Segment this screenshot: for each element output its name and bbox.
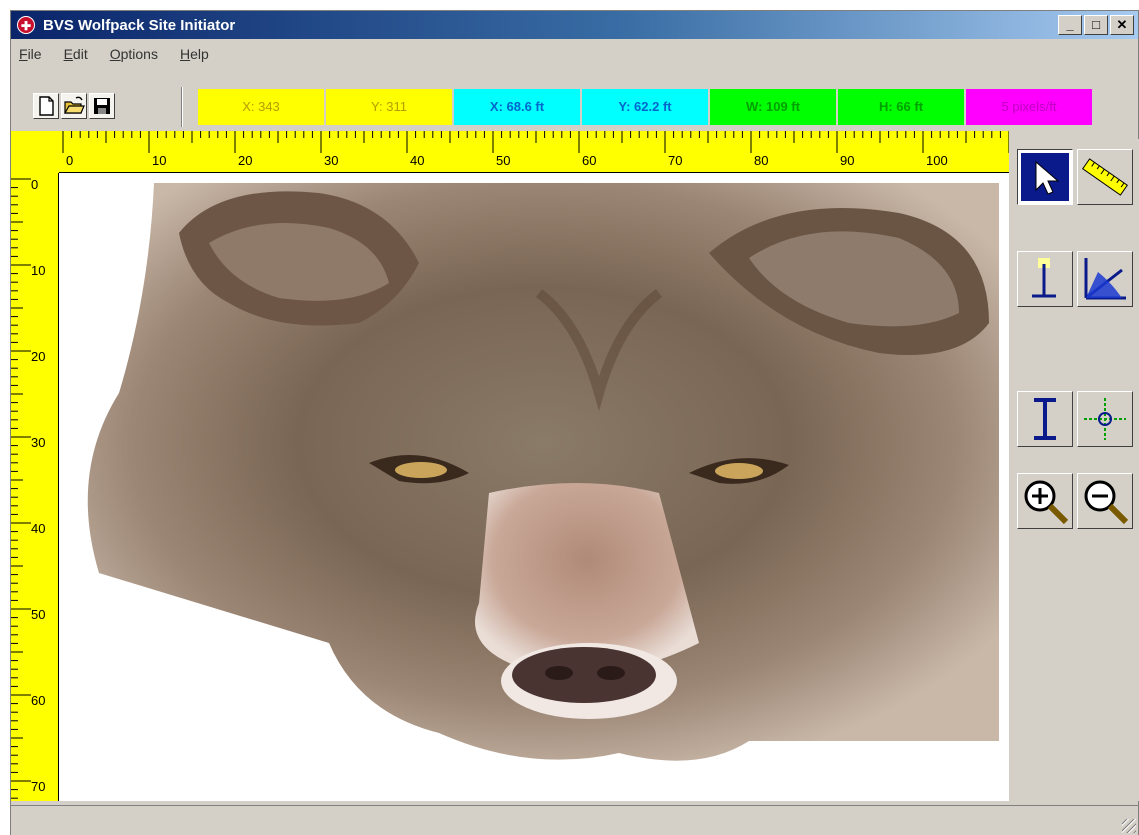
ruler-label: 0	[31, 177, 39, 192]
zoom-in-button[interactable]	[1017, 473, 1073, 529]
ruler-label: 10	[31, 263, 46, 278]
zoom-out-button[interactable]	[1077, 473, 1133, 529]
app-window: ✚ BVS Wolfpack Site Initiator _ □ ✕ File…	[10, 10, 1139, 835]
status-bar	[11, 805, 1138, 835]
crosshair-icon	[1084, 398, 1126, 440]
height-readout: H: 66 ft	[838, 89, 966, 125]
feet-y-readout: Y: 62.2 ft	[582, 89, 710, 125]
horizontal-ruler: 0 10 20 30 40 50 60 70 80 90 100	[59, 131, 1009, 173]
pixel-y-readout: Y: 311	[326, 89, 454, 125]
ruler-label: 20	[238, 153, 253, 168]
open-folder-icon	[63, 96, 85, 114]
select-tool-button[interactable]	[1017, 149, 1073, 205]
app-logo-icon: ✚	[17, 16, 35, 34]
image-canvas[interactable]	[59, 173, 1009, 801]
select-arrow-icon	[1021, 153, 1069, 201]
height-i-beam-icon	[1034, 398, 1056, 440]
save-button[interactable]	[89, 93, 115, 119]
save-disk-icon	[94, 98, 110, 114]
pin-marker-icon	[1032, 258, 1056, 298]
wolf-photo	[59, 173, 1009, 801]
ruler-label: 60	[31, 693, 46, 708]
ruler-label: 30	[31, 435, 46, 450]
ruler-label: 40	[31, 521, 46, 536]
vertical-ruler: 0 10 20 30 40 50 60 70	[11, 173, 59, 801]
angle-icon	[1084, 258, 1126, 300]
resize-grip[interactable]	[1122, 819, 1136, 833]
ruler-label: 90	[840, 153, 855, 168]
menu-help[interactable]: Help	[180, 46, 209, 62]
ruler-label: 0	[66, 153, 74, 168]
width-readout: W: 109 ft	[710, 89, 838, 125]
ruler-tool-button[interactable]	[1077, 149, 1133, 205]
height-tool-button[interactable]	[1017, 391, 1073, 447]
menu-options[interactable]: Options	[110, 46, 158, 62]
scale-readout: 5 pixels/ft	[966, 89, 1094, 125]
window-title: BVS Wolfpack Site Initiator	[43, 16, 236, 34]
ruler-icon	[1082, 158, 1128, 196]
ruler-label: 50	[31, 607, 46, 622]
ruler-label: 50	[496, 153, 511, 168]
ruler-label: 80	[754, 153, 769, 168]
new-button[interactable]	[33, 93, 59, 119]
zoom-in-icon	[1024, 480, 1069, 525]
ruler-label: 20	[31, 349, 46, 364]
zoom-out-icon	[1084, 480, 1129, 525]
ruler-label: 30	[324, 153, 339, 168]
menu-edit[interactable]: Edit	[64, 46, 88, 62]
minimize-button[interactable]: _	[1058, 15, 1082, 35]
tool-panel	[1013, 139, 1139, 801]
ruler-label: 60	[582, 153, 597, 168]
ruler-label: 100	[926, 153, 948, 168]
menu-file[interactable]: File	[19, 46, 42, 62]
menu-bar: File Edit Options Help	[11, 41, 209, 67]
open-button[interactable]	[61, 93, 87, 119]
readout-panel: X: 343 Y: 311 X: 68.6 ft Y: 62.2 ft W: 1…	[198, 89, 1094, 125]
pixel-x-readout: X: 343	[198, 89, 326, 125]
ruler-corner	[11, 131, 59, 173]
crosshair-tool-button[interactable]	[1077, 391, 1133, 447]
pin-tool-button[interactable]	[1017, 251, 1073, 307]
close-button[interactable]: ✕	[1110, 15, 1134, 35]
angle-tool-button[interactable]	[1077, 251, 1133, 307]
ruler-label: 10	[152, 153, 167, 168]
ruler-label: 70	[668, 153, 683, 168]
horizontal-ruler-ticks	[62, 131, 1009, 153]
new-document-icon	[39, 96, 54, 116]
title-bar[interactable]: ✚ BVS Wolfpack Site Initiator _ □ ✕	[11, 11, 1138, 39]
toolbar-separator	[181, 87, 183, 127]
ruler-label: 70	[31, 779, 46, 794]
maximize-button[interactable]: □	[1084, 15, 1108, 35]
feet-x-readout: X: 68.6 ft	[454, 89, 582, 125]
ruler-label: 40	[410, 153, 425, 168]
